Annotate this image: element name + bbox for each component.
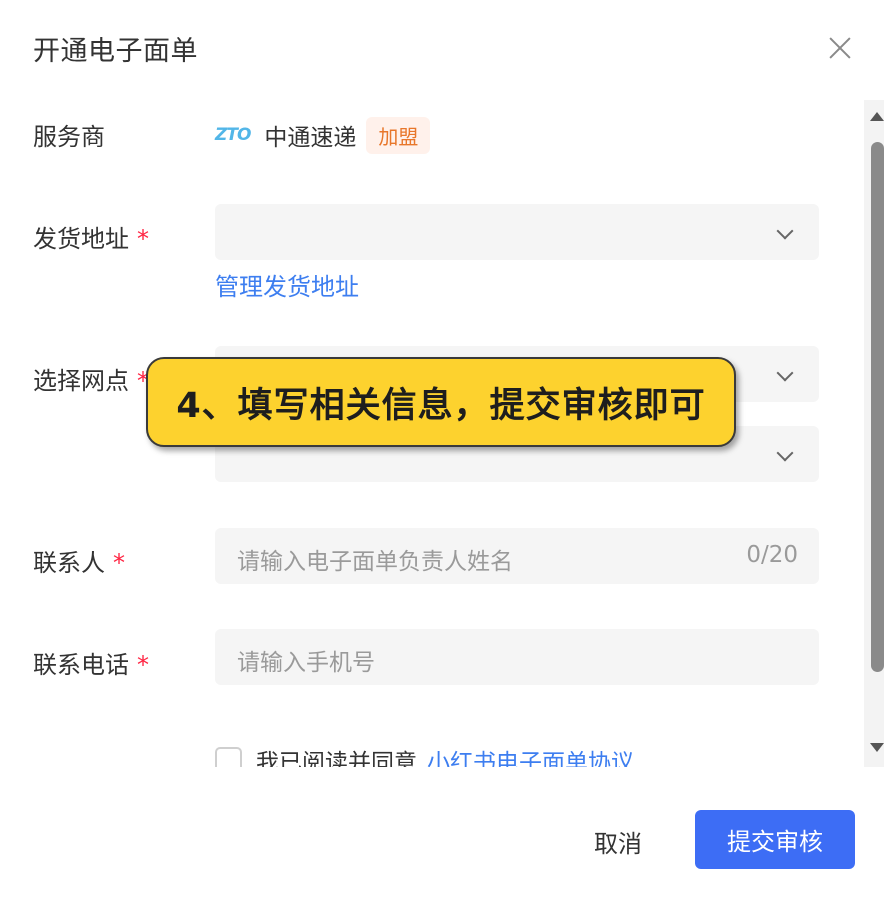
chevron-down-icon xyxy=(776,222,794,240)
dialog-title: 开通电子面单 xyxy=(33,36,198,67)
phone-label: 联系电话 * xyxy=(33,651,149,679)
contact-label: 联系人 * xyxy=(33,549,125,577)
cancel-button[interactable]: 取消 xyxy=(578,813,658,869)
agreement-row: 我已阅读并同意 小红书电子面单协议 xyxy=(215,745,634,767)
provider-name: 中通速递 xyxy=(264,125,357,151)
scrollbar-thumb[interactable] xyxy=(871,142,884,672)
contact-name-input[interactable]: 请输入电子面单负责人姓名 0/20 xyxy=(215,528,819,584)
agreement-checkbox[interactable] xyxy=(215,746,242,767)
chevron-down-icon xyxy=(776,364,794,382)
address-label: 发货地址 * xyxy=(33,225,149,253)
required-mark: * xyxy=(113,549,125,577)
contact-placeholder: 请输入电子面单负责人姓名 xyxy=(237,549,513,575)
provider-label: 服务商 xyxy=(33,123,105,151)
address-select[interactable] xyxy=(215,204,819,260)
required-mark: * xyxy=(137,651,149,679)
phone-input[interactable]: 请输入手机号 xyxy=(215,629,819,685)
agreement-text: 我已阅读并同意 xyxy=(256,750,417,767)
tutorial-callout: 4、填写相关信息，提交审核即可 xyxy=(146,357,736,447)
close-icon[interactable] xyxy=(824,32,856,64)
open-waybill-dialog: 开通电子面单 服务商 ZTO 中通速递 加盟 发货地址 * 管理发货地址 选择网点… xyxy=(0,0,884,907)
franchise-tag: 加盟 xyxy=(366,116,431,154)
agreement-link[interactable]: 小红书电子面单协议 xyxy=(427,743,634,767)
outlet-label: 选择网点 * xyxy=(33,367,149,395)
zto-logo: ZTO xyxy=(215,125,251,145)
phone-placeholder: 请输入手机号 xyxy=(237,650,375,676)
provider-info: ZTO 中通速递 加盟 xyxy=(215,115,431,155)
chevron-down-icon xyxy=(776,444,794,462)
char-counter: 0/20 xyxy=(746,542,798,568)
submit-review-button[interactable]: 提交审核 xyxy=(695,810,855,869)
required-mark: * xyxy=(137,225,149,253)
scroll-up-arrow-icon[interactable] xyxy=(870,112,884,121)
manage-address-link[interactable]: 管理发货地址 xyxy=(215,267,359,302)
scroll-down-arrow-icon[interactable] xyxy=(870,743,884,752)
